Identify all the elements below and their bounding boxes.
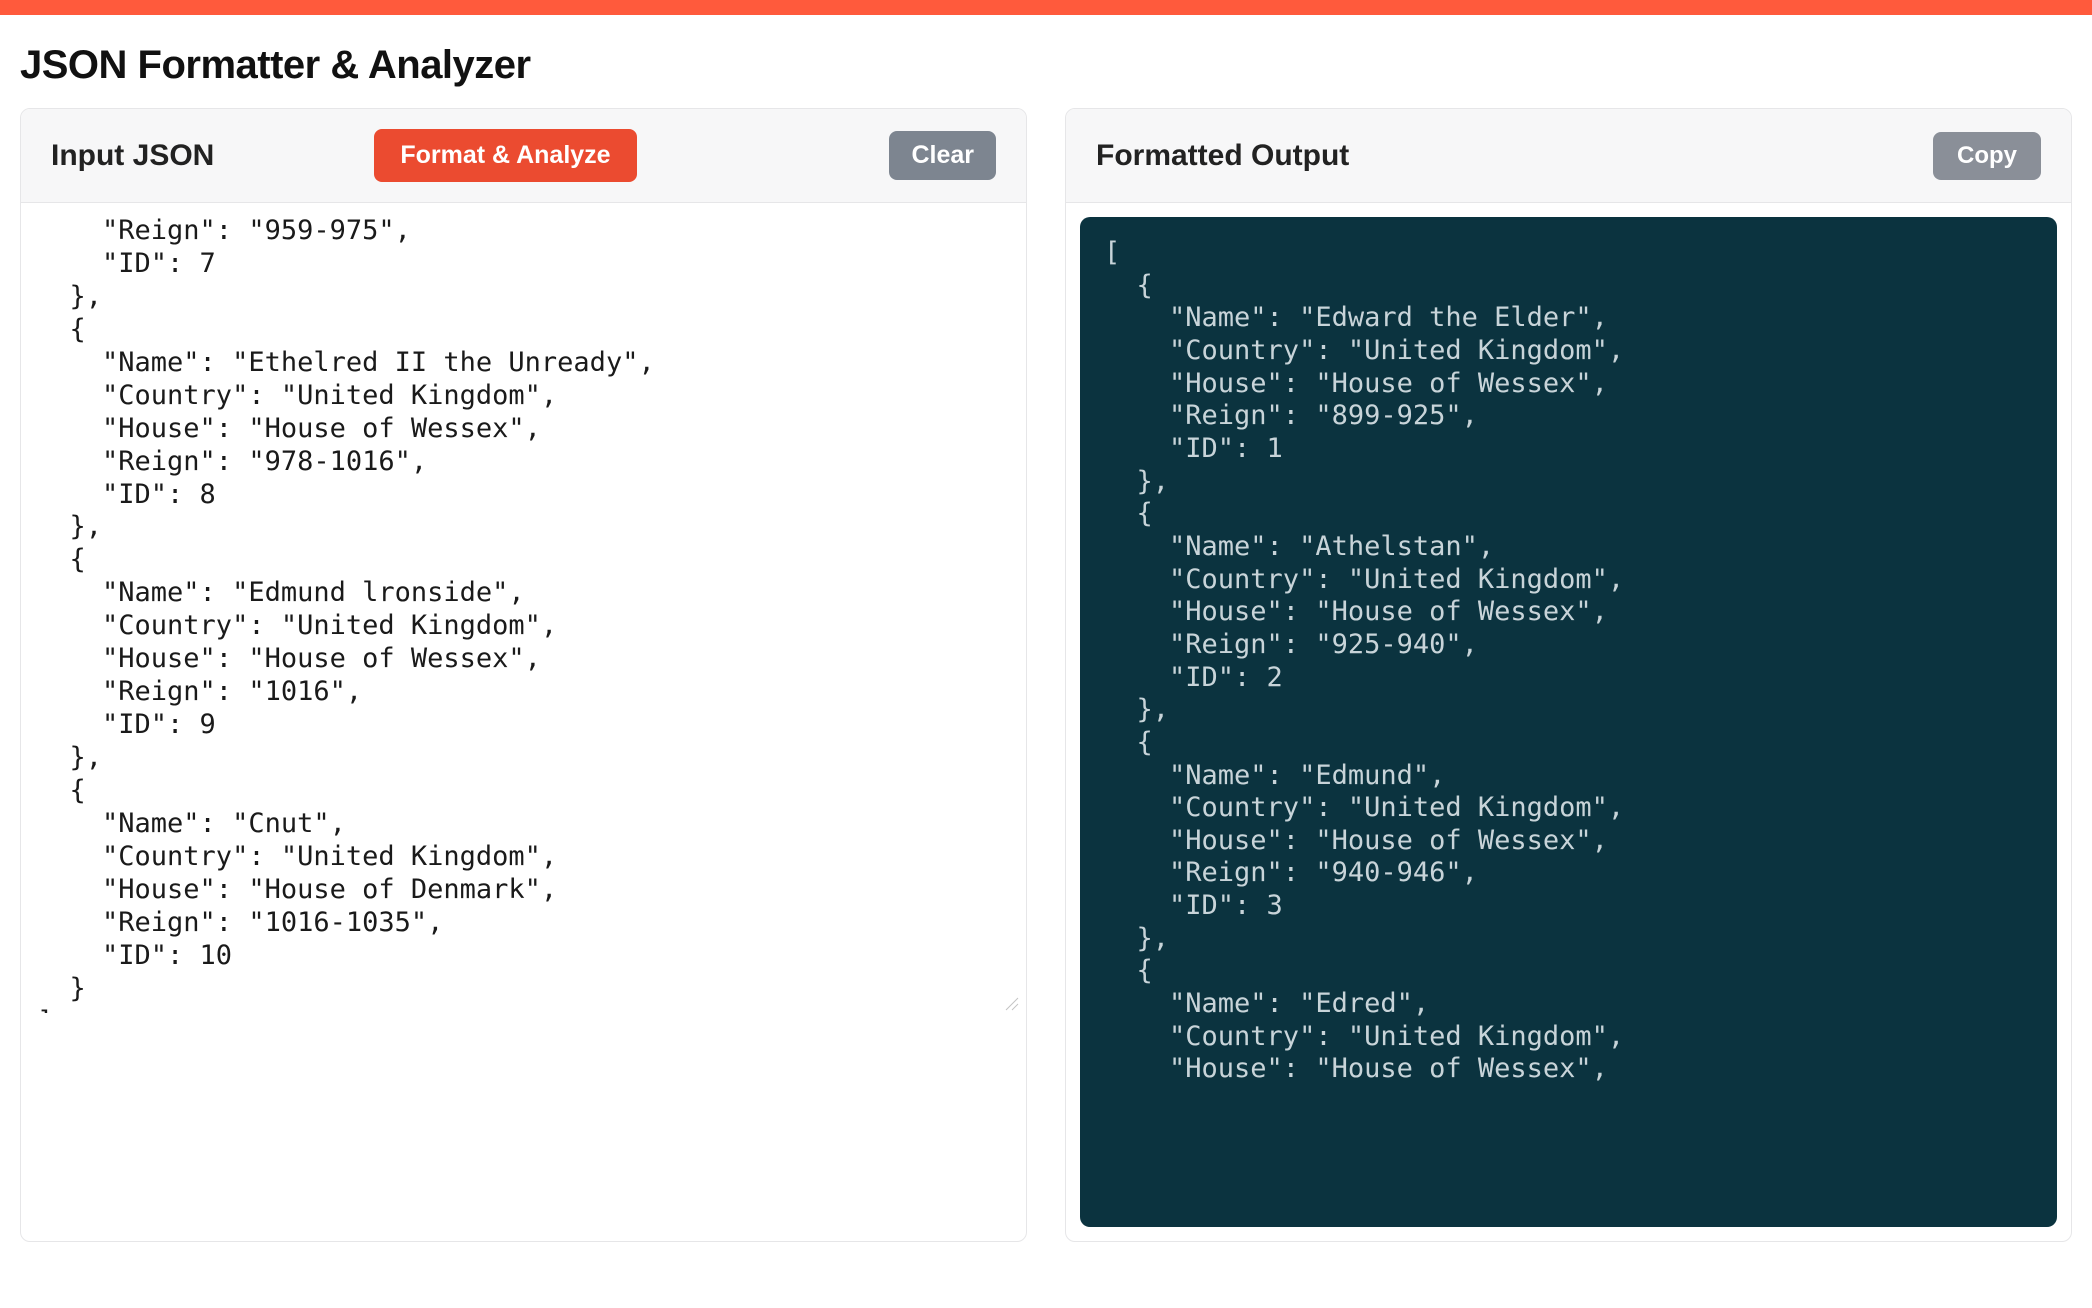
input-panel-header: Input JSON Format & Analyze Clear bbox=[21, 109, 1026, 203]
output-panel: Formatted Output Copy [ { "Name": "Edwar… bbox=[1065, 108, 2072, 1242]
copy-button[interactable]: Copy bbox=[1933, 132, 2041, 180]
input-area-wrap bbox=[21, 203, 1026, 1018]
page-title: JSON Formatter & Analyzer bbox=[0, 15, 2092, 108]
input-panel: Input JSON Format & Analyze Clear bbox=[20, 108, 1027, 1242]
json-input-textarea[interactable] bbox=[21, 203, 1026, 1013]
clear-button[interactable]: Clear bbox=[889, 131, 996, 180]
panels-container: Input JSON Format & Analyze Clear Format… bbox=[0, 108, 2092, 1242]
output-wrap: [ { "Name": "Edward the Elder", "Country… bbox=[1066, 203, 2071, 1241]
input-panel-title: Input JSON bbox=[51, 139, 214, 173]
output-panel-header: Formatted Output Copy bbox=[1066, 109, 2071, 203]
output-panel-title: Formatted Output bbox=[1096, 139, 1349, 173]
accent-top-bar bbox=[0, 0, 2092, 15]
format-analyze-button[interactable]: Format & Analyze bbox=[374, 129, 636, 182]
formatted-output[interactable]: [ { "Name": "Edward the Elder", "Country… bbox=[1080, 217, 2057, 1227]
